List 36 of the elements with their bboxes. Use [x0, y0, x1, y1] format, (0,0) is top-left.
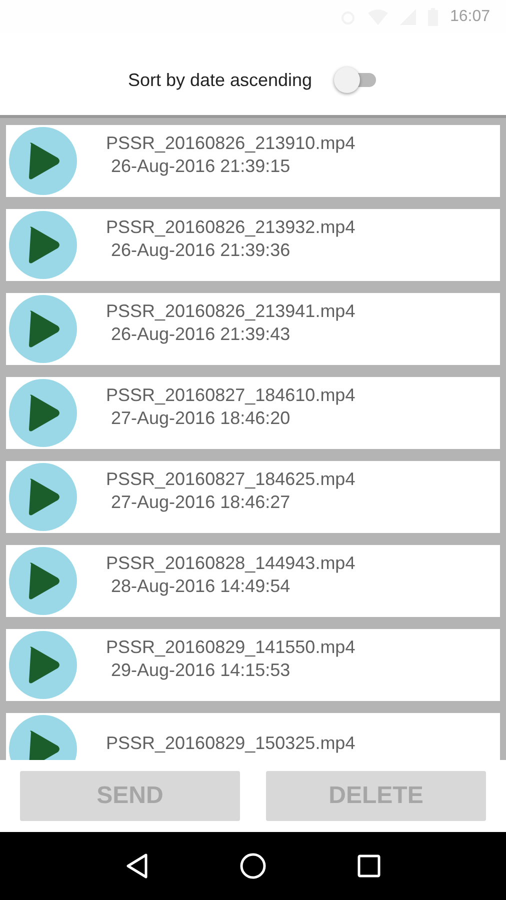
- file-date: 26-Aug-2016 21:39:15: [110, 155, 292, 178]
- recording-item[interactable]: PSSR_20160826_213941.mp4 26-Aug-2016 21:39:43: [6, 293, 500, 365]
- recording-item[interactable]: PSSR_20160826_213910.mp4 26-Aug-2016 21:39:15: [6, 125, 500, 197]
- file-name: PSSR_20160828_144943.mp4: [106, 552, 356, 575]
- file-name: PSSR_20160829_141550.mp4: [106, 636, 356, 659]
- sort-switch[interactable]: [334, 67, 378, 93]
- status-time: 16:07: [450, 8, 490, 26]
- play-icon[interactable]: [9, 211, 77, 279]
- recording-item[interactable]: PSSR_20160827_184625.mp4 27-Aug-2016 18:46:27: [6, 461, 500, 533]
- sort-label: Sort by date ascending: [128, 70, 312, 90]
- play-icon[interactable]: [9, 463, 77, 531]
- file-date: 27-Aug-2016 18:46:20: [110, 407, 292, 430]
- recording-item[interactable]: PSSR_20160828_144943.mp4 28-Aug-2016 14:49:54: [6, 545, 500, 617]
- play-icon[interactable]: [9, 295, 77, 363]
- play-icon[interactable]: [9, 631, 77, 699]
- file-name: PSSR_20160826_213941.mp4: [106, 300, 356, 323]
- recording-item[interactable]: PSSR_20160829_150325.mp4: [6, 713, 500, 760]
- recording-item[interactable]: PSSR_20160827_184610.mp4 27-Aug-2016 18:46:20: [6, 377, 500, 449]
- file-name: PSSR_20160829_150325.mp4: [106, 732, 356, 754]
- file-name: PSSR_20160827_184610.mp4: [106, 384, 356, 407]
- file-date: 26-Aug-2016 21:39:43: [110, 323, 292, 346]
- file-name: PSSR_20160826_213932.mp4: [106, 216, 356, 239]
- recording-item[interactable]: PSSR_20160829_141550.mp4 29-Aug-2016 14:15:53: [6, 629, 500, 701]
- file-date: 28-Aug-2016 14:49:54: [110, 575, 292, 598]
- back-icon[interactable]: [125, 853, 149, 879]
- play-icon[interactable]: [9, 127, 77, 195]
- play-icon[interactable]: [9, 547, 77, 615]
- recents-icon[interactable]: [357, 854, 381, 878]
- file-date: 26-Aug-2016 21:39:36: [110, 239, 292, 262]
- recording-item[interactable]: PSSR_20160826_213932.mp4 26-Aug-2016 21:39:36: [6, 209, 500, 281]
- file-date: 27-Aug-2016 18:46:27: [110, 491, 292, 514]
- file-name: PSSR_20160827_184625.mp4: [106, 468, 356, 491]
- play-icon[interactable]: [9, 379, 77, 447]
- file-date: 29-Aug-2016 14:15:53: [110, 659, 292, 682]
- home-icon[interactable]: [239, 852, 267, 880]
- file-name: PSSR_20160826_213910.mp4: [106, 132, 356, 155]
